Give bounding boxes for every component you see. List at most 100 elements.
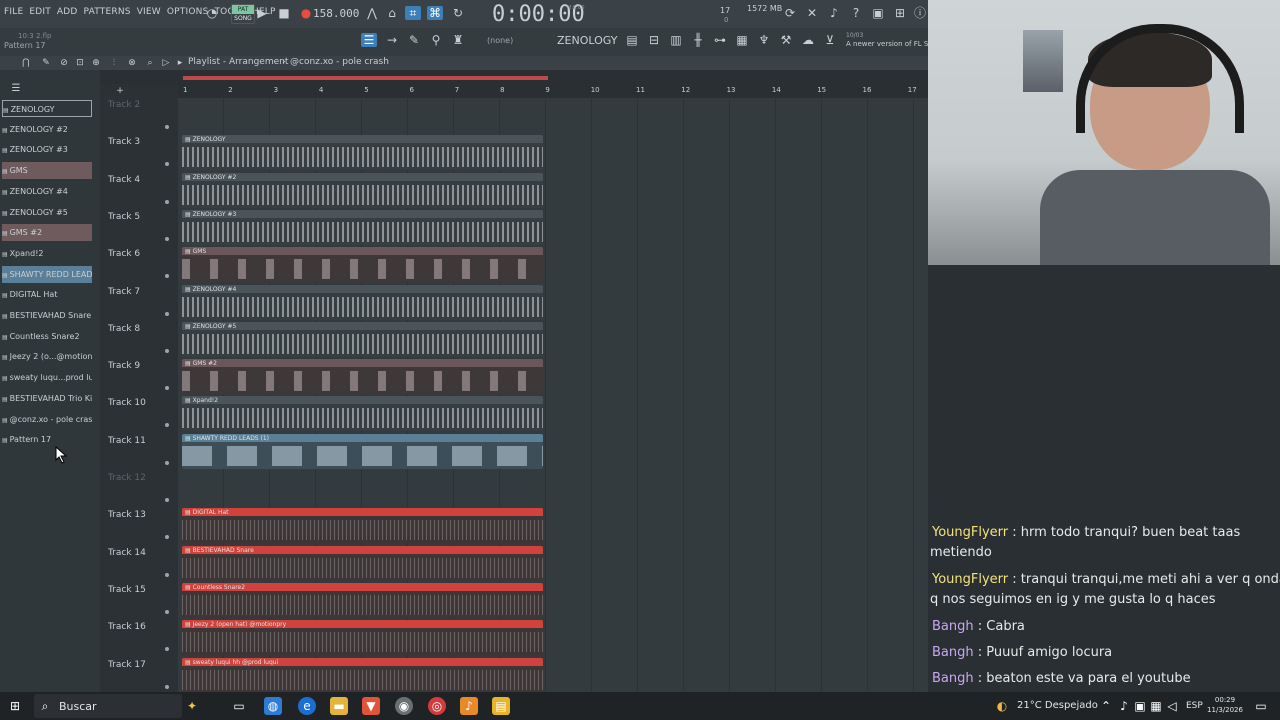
add-track-icon[interactable]: + xyxy=(112,84,128,98)
loop-region[interactable] xyxy=(183,76,548,80)
volume-icon[interactable]: ◁ xyxy=(1163,697,1181,715)
picker-item[interactable]: ▤ ZENOLOGY #4 xyxy=(2,183,92,200)
obs-icon[interactable]: ◉ xyxy=(395,697,413,715)
next-icon[interactable]: → xyxy=(384,33,400,47)
cloud-icon[interactable]: ☁ xyxy=(800,33,816,47)
windows-start-icon[interactable]: ⊞ xyxy=(6,697,24,715)
mic-icon[interactable]: ♪ xyxy=(826,6,842,20)
picker-item[interactable]: ▤ ZENOLOGY #3 xyxy=(2,141,92,158)
wave-icon[interactable]: ⋀ xyxy=(364,6,380,20)
pattern-clip[interactable]: ▤ Countless Snare2 xyxy=(182,582,543,618)
track-name[interactable]: Track 15 xyxy=(108,585,146,595)
snap-selector[interactable]: (none) xyxy=(487,36,513,45)
pattern-clip[interactable]: ▤ ZENOLOGY #3 xyxy=(182,209,543,245)
loop-record-icon[interactable]: ↻ xyxy=(450,6,466,20)
picker-item[interactable]: ▤ Pattern 17 xyxy=(2,431,92,448)
eraser-icon[interactable]: ⊘ xyxy=(56,56,72,70)
track-name[interactable]: Track 2 xyxy=(108,100,140,110)
info-icon[interactable]: ⓘ xyxy=(912,6,928,20)
track-name[interactable]: Track 9 xyxy=(108,361,140,371)
picker-item[interactable]: ▤ sweaty luqu...prod luqui xyxy=(2,369,92,386)
pat-song-toggle[interactable]: PAT SONG xyxy=(231,4,255,24)
pattern-clip[interactable]: ▤ ZENOLOGY #4 xyxy=(182,284,543,320)
edge-icon[interactable]: e xyxy=(298,697,316,715)
browser-icon[interactable]: ╫ xyxy=(690,33,706,47)
timeline-ruler[interactable] xyxy=(178,84,928,98)
slice-icon[interactable]: ⫶ xyxy=(106,56,122,70)
track-name[interactable]: Track 13 xyxy=(108,510,146,520)
pattern-clip[interactable]: ▤ SHAWTY REDD LEADS (1) xyxy=(182,433,543,469)
picker-item[interactable]: ▤ GMS xyxy=(2,162,92,180)
pattern-clip[interactable]: ▤ GMS xyxy=(182,247,543,283)
zoom-icon[interactable]: ⊕ xyxy=(88,56,104,70)
menu-item-add[interactable]: ADD xyxy=(57,7,78,17)
picker-menu-icon[interactable]: ☰ xyxy=(8,82,24,96)
project-icon[interactable]: ▦ xyxy=(734,33,750,47)
picker-item[interactable]: ▤ BESTIEVAHAD Snare xyxy=(2,307,92,324)
track-name[interactable]: Track 11 xyxy=(108,436,146,446)
playlist-icon[interactable]: ☰ xyxy=(361,33,377,47)
track-name[interactable]: Track 16 xyxy=(108,622,146,632)
pattern-clip[interactable]: ▤ DIGITAL Hat xyxy=(182,508,543,544)
track-name[interactable]: Track 7 xyxy=(108,287,140,297)
pattern-clip[interactable]: ▤ GMS #2 xyxy=(182,359,543,395)
stamp-icon[interactable]: ♜ xyxy=(450,33,466,47)
notification-icon[interactable]: ▭ xyxy=(1252,697,1270,715)
taskbar-search[interactable] xyxy=(34,694,182,718)
piano-roll-icon[interactable]: ▥ xyxy=(668,33,684,47)
search-icon[interactable]: ⌕ xyxy=(142,56,158,70)
menu-item-view[interactable]: VIEW xyxy=(137,7,161,17)
tempo-display[interactable]: 158.000 xyxy=(313,7,359,20)
track-mute-led[interactable] xyxy=(165,125,169,129)
cpu-icon[interactable]: ⟳ xyxy=(782,6,798,20)
fl-studio-icon[interactable]: ♪ xyxy=(460,697,478,715)
plugin-database-icon[interactable]: ⊶ xyxy=(712,33,728,47)
track-mute-led[interactable] xyxy=(165,498,169,502)
task-view-icon[interactable]: ▭ xyxy=(230,697,248,715)
track-name[interactable]: Track 14 xyxy=(108,548,146,558)
wrench-icon[interactable]: ⚒ xyxy=(778,33,794,47)
pattern-clip[interactable]: ▤ ZENOLOGY #5 xyxy=(182,321,543,357)
metronome-icon[interactable]: ◔ xyxy=(204,6,220,20)
track-mute-led[interactable] xyxy=(165,199,169,204)
track-mute-led[interactable] xyxy=(165,348,169,353)
pattern-clip[interactable]: ▤ ZENOLOGY xyxy=(182,135,543,171)
copilot-icon[interactable]: ◍ xyxy=(264,697,282,715)
pencil-icon[interactable]: ✎ xyxy=(38,56,54,70)
save-icon[interactable]: ▣ xyxy=(870,6,886,20)
magnet-icon[interactable]: ⋂ xyxy=(18,56,34,70)
picker-item[interactable]: ▤ Xpand!2 xyxy=(2,245,92,262)
pattern-clip[interactable]: ▤ Xpand!2 xyxy=(182,396,543,432)
menu-item-edit[interactable]: EDIT xyxy=(29,7,51,17)
picker-item[interactable]: ▤ Countless Snare2 xyxy=(2,328,92,345)
step-edit-icon[interactable]: ⌗ xyxy=(405,6,421,20)
news-message[interactable]: A newer version of FL Studio is availabl… xyxy=(846,40,928,48)
link-icon[interactable]: ⚲ xyxy=(428,33,444,47)
track-name[interactable]: Track 17 xyxy=(108,660,146,670)
track-mute-led[interactable] xyxy=(165,609,169,614)
track-mute-led[interactable] xyxy=(165,684,169,689)
select-icon[interactable]: ⊡ xyxy=(72,56,88,70)
pattern-clip[interactable]: ▤ Jeezy 2 (open hat) @motionpry xyxy=(182,620,543,656)
tools-icon[interactable]: ✕ xyxy=(804,6,820,20)
pattern-selector[interactable]: Pattern 17 xyxy=(4,41,46,50)
picker-item[interactable]: ▤ ZENOLOGY xyxy=(2,100,92,117)
chevron-up-icon[interactable]: ⌃ xyxy=(1097,697,1115,715)
track-name[interactable]: Track 10 xyxy=(108,398,146,408)
pattern-clip[interactable]: ▤ ZENOLOGY #2 xyxy=(182,172,543,208)
pattern-name[interactable]: ZENOLOGY xyxy=(557,34,617,47)
overdub-icon[interactable]: ⌘ xyxy=(427,6,443,20)
track-mute-led[interactable] xyxy=(165,236,169,241)
picker-item[interactable]: ▤ DIGITAL Hat xyxy=(2,286,92,303)
pattern-clip[interactable]: ▤ BESTIEVAHAD Snare xyxy=(182,545,543,581)
mute-icon[interactable]: ⊗ xyxy=(124,56,140,70)
play-icon[interactable]: ▶ xyxy=(254,6,270,20)
picker-item[interactable]: ▤ BESTIEVAHAD Trio Kick xyxy=(2,390,92,407)
picker-item[interactable]: ▤ Jeezy 2 (o...@motionpry xyxy=(2,348,92,365)
picker-item[interactable]: ▤ @conz.xo - pole crash xyxy=(2,411,92,428)
help-icon[interactable]: ? xyxy=(848,6,864,20)
track-mute-led[interactable] xyxy=(165,311,169,316)
track-name[interactable]: Track 5 xyxy=(108,212,140,222)
menu-item-file[interactable]: FILE xyxy=(4,7,23,17)
brave-icon[interactable]: ▼ xyxy=(362,697,380,715)
